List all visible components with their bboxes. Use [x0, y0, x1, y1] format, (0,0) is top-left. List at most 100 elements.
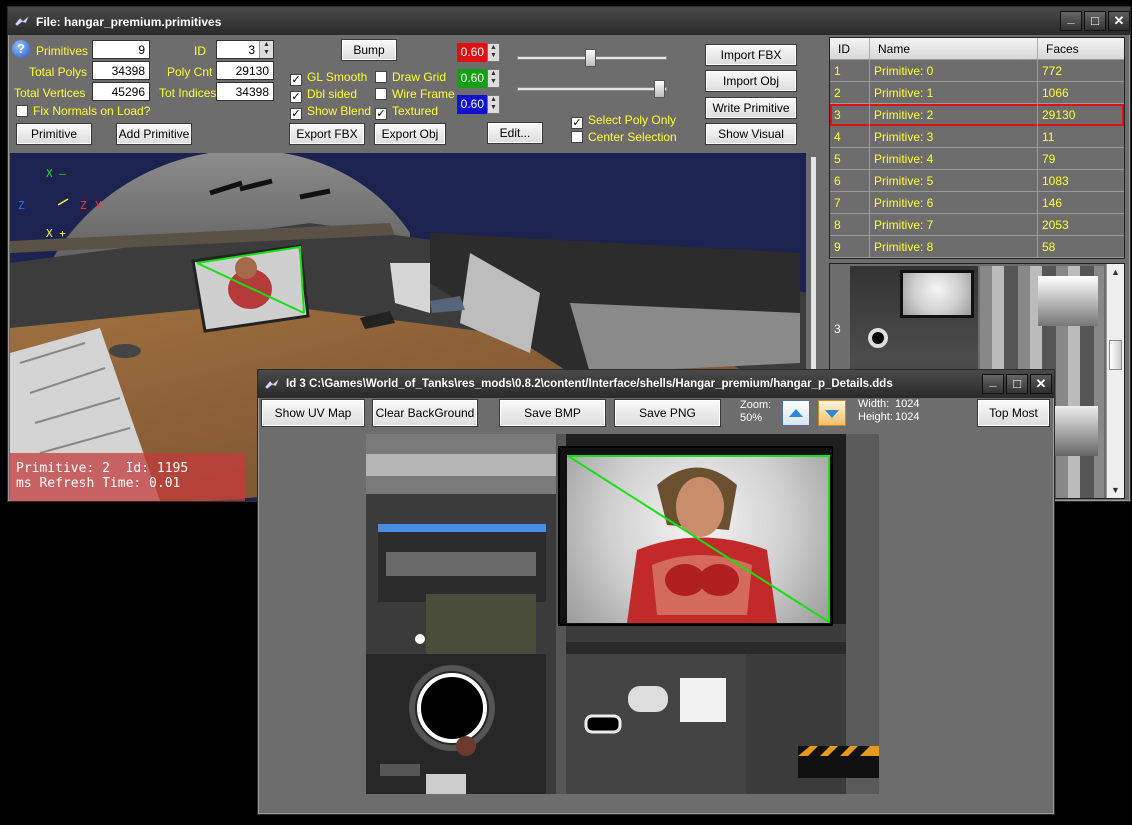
- table-cell-faces: 1083: [1038, 170, 1124, 192]
- center-selection-label: Center Selection: [588, 130, 677, 144]
- import-obj-button[interactable]: Import Obj: [705, 70, 797, 92]
- green-spin-icon[interactable]: ▲ ▼: [487, 69, 500, 88]
- gl-smooth-label: GL Smooth: [307, 70, 368, 84]
- edit-button[interactable]: Edit...: [487, 122, 543, 144]
- close-button[interactable]: ✕: [1108, 11, 1130, 31]
- total-vertices-field[interactable]: 45296: [92, 82, 150, 101]
- show-blend-checkbox[interactable]: ✓ Show Blend: [290, 104, 371, 120]
- maximize-button[interactable]: □: [1084, 11, 1106, 31]
- import-fbx-button[interactable]: Import FBX: [705, 44, 797, 66]
- help-icon[interactable]: ?: [12, 40, 30, 58]
- checkbox-box[interactable]: [375, 88, 387, 100]
- scroll-down-icon[interactable]: ▼: [1107, 482, 1124, 498]
- select-poly-only-checkbox[interactable]: ✓ Select Poly Only: [571, 113, 676, 129]
- svg-text:Z: Z: [18, 199, 25, 212]
- table-row[interactable]: 5 Primitive: 4 79: [830, 148, 1124, 170]
- column-header-name[interactable]: Name: [870, 38, 1038, 60]
- bump-button[interactable]: Bump: [341, 39, 397, 61]
- dbl-sided-checkbox[interactable]: ✓ Dbl sided: [290, 87, 357, 103]
- table-row[interactable]: 1 Primitive: 0 772: [830, 60, 1124, 82]
- texture-image[interactable]: [366, 434, 879, 794]
- table-row[interactable]: 7 Primitive: 6 146: [830, 192, 1124, 214]
- texture-photo-frame: [558, 446, 833, 626]
- spin-arrows-icon[interactable]: ▲ ▼: [259, 41, 273, 58]
- blue-color-field[interactable]: 0.60: [457, 95, 487, 114]
- red-spin-icon[interactable]: ▲ ▼: [487, 43, 500, 62]
- primitives-label: Primitives: [36, 44, 89, 58]
- table-row[interactable]: 2 Primitive: 1 1066: [830, 82, 1124, 104]
- save-png-button[interactable]: Save PNG: [614, 399, 721, 427]
- blue-spin-icon[interactable]: ▲ ▼: [487, 95, 500, 114]
- fix-normals-checkbox[interactable]: Fix Normals on Load?: [16, 104, 150, 118]
- save-bmp-button[interactable]: Save BMP: [499, 399, 606, 427]
- table-row[interactable]: 9 Primitive: 8 58: [830, 236, 1124, 258]
- id-spinner[interactable]: 3 ▲ ▼: [216, 40, 274, 59]
- show-uv-map-button[interactable]: Show UV Map: [261, 399, 365, 427]
- minimize-button[interactable]: _: [982, 374, 1004, 394]
- tot-indices-field[interactable]: 34398: [216, 82, 274, 101]
- table-row[interactable]: 3 Primitive: 2 29130: [830, 104, 1124, 126]
- draw-grid-checkbox[interactable]: Draw Grid: [375, 70, 446, 84]
- texture-window-title: Id 3 C:\Games\World_of_Tanks\res_mods\0.…: [286, 378, 893, 390]
- primitives-count-field[interactable]: 9: [92, 40, 150, 59]
- checkbox-box[interactable]: ✓: [290, 91, 302, 103]
- table-cell-id: 3: [830, 104, 870, 126]
- gl-smooth-checkbox[interactable]: ✓ GL Smooth: [290, 70, 367, 86]
- primitive-button[interactable]: Primitive: [16, 123, 92, 145]
- export-fbx-button[interactable]: Export FBX: [289, 123, 365, 145]
- table-row[interactable]: 4 Primitive: 3 11: [830, 126, 1124, 148]
- primitive-table[interactable]: ID Name Faces 1 Primitive: 0 772 2 Primitive…: [829, 37, 1125, 259]
- svg-text:X +: X +: [46, 227, 66, 240]
- column-header-id[interactable]: ID: [830, 38, 870, 60]
- textured-checkbox[interactable]: ✓ Textured: [375, 104, 438, 120]
- main-titlebar[interactable]: File: hangar_premium.primitives _ □ ✕: [8, 7, 1130, 35]
- total-polys-field[interactable]: 34398: [92, 61, 150, 80]
- table-row[interactable]: 6 Primitive: 5 1083: [830, 170, 1124, 192]
- table-cell-name: Primitive: 7: [870, 214, 1038, 236]
- scroll-up-icon[interactable]: ▲: [1107, 264, 1124, 280]
- table-cell-id: 9: [830, 236, 870, 258]
- thumbnail-scrollbar[interactable]: ▲ ▼: [1106, 264, 1124, 498]
- checkbox-box[interactable]: [375, 71, 387, 83]
- thumbnail-photo: [900, 270, 974, 318]
- checkbox-box[interactable]: ✓: [375, 108, 387, 120]
- table-cell-id: 7: [830, 192, 870, 214]
- column-header-faces[interactable]: Faces: [1038, 38, 1124, 60]
- uv-selection-outline: [567, 455, 830, 623]
- poly-cnt-field[interactable]: 29130: [216, 61, 274, 80]
- thumbnail-ring: [868, 328, 888, 348]
- checkbox-box[interactable]: [571, 131, 583, 143]
- add-primitive-button[interactable]: Add Primitive: [116, 123, 192, 145]
- clear-background-button[interactable]: Clear BackGround: [372, 399, 478, 427]
- table-cell-id: 2: [830, 82, 870, 104]
- checkbox-box[interactable]: [16, 105, 28, 117]
- green-color-field[interactable]: 0.60: [457, 69, 487, 88]
- slider-thumb-1[interactable]: [585, 49, 596, 67]
- thumb-row-label: 3: [834, 322, 841, 336]
- close-button[interactable]: ✕: [1030, 374, 1052, 394]
- center-selection-checkbox[interactable]: Center Selection: [571, 130, 677, 144]
- write-primitive-button[interactable]: Write Primitive: [705, 97, 797, 119]
- red-color-field[interactable]: 0.60: [457, 43, 487, 62]
- maximize-button[interactable]: □: [1006, 374, 1028, 394]
- table-cell-faces: 79: [1038, 148, 1124, 170]
- checkbox-box[interactable]: ✓: [571, 117, 583, 129]
- table-cell-name: Primitive: 2: [870, 104, 1038, 126]
- wire-frame-checkbox[interactable]: Wire Frame: [375, 87, 455, 101]
- slider-thumb-2[interactable]: [654, 80, 665, 98]
- zoom-out-button[interactable]: [818, 400, 846, 426]
- texture-titlebar[interactable]: Id 3 C:\Games\World_of_Tanks\res_mods\0.…: [258, 370, 1054, 398]
- top-most-button[interactable]: Top Most: [977, 399, 1050, 427]
- checkbox-box[interactable]: ✓: [290, 74, 302, 86]
- zoom-in-button[interactable]: [782, 400, 810, 426]
- export-obj-button[interactable]: Export Obj: [374, 123, 446, 145]
- minimize-button[interactable]: _: [1060, 11, 1082, 31]
- thumbnail-panel: [1038, 276, 1098, 326]
- slider-track-2[interactable]: [517, 87, 667, 91]
- show-visual-button[interactable]: Show Visual: [705, 123, 797, 145]
- scroll-thumb[interactable]: [1109, 340, 1122, 370]
- splitter[interactable]: [811, 157, 816, 377]
- table-row[interactable]: 8 Primitive: 7 2053: [830, 214, 1124, 236]
- checkbox-box[interactable]: ✓: [290, 108, 302, 120]
- id-value: 3: [248, 43, 255, 57]
